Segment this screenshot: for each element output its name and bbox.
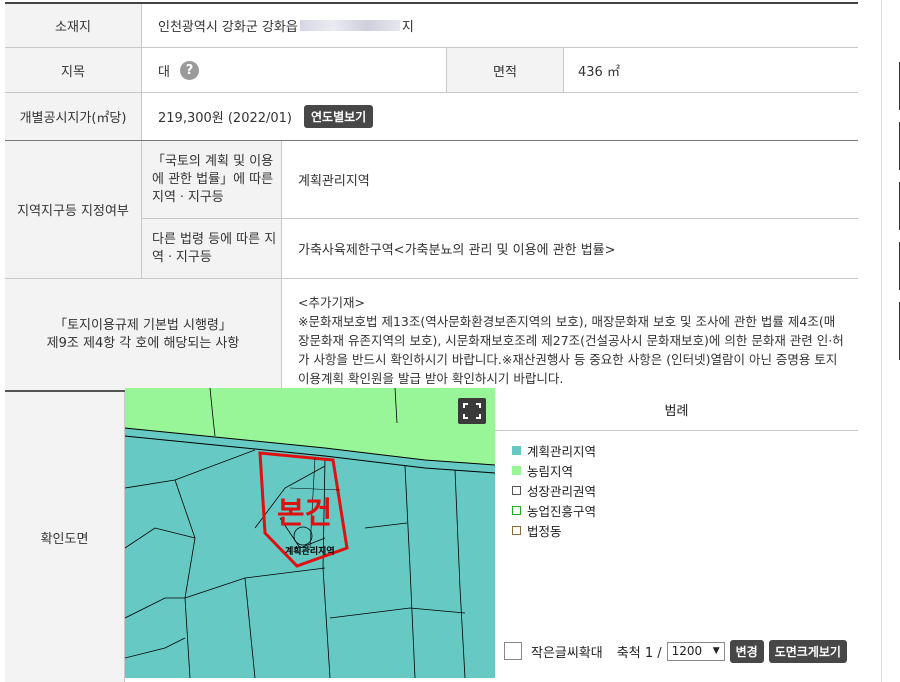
- map-row-label: 확인도면: [5, 392, 125, 682]
- parcel-zone-label: 계획관리지역: [285, 545, 335, 557]
- legend-item-dong: 법정동: [512, 520, 858, 540]
- location-value: 인천광역시 강화군 강화읍 지: [142, 4, 858, 47]
- legend-label-dong: 법정동: [527, 523, 562, 539]
- agri-zone: [125, 388, 495, 465]
- regulation-row: 「토지이용규제 기본법 시행령」 제9조 제4항 각 호에 해당되는 사항 <추…: [5, 279, 858, 392]
- zoning-sub2-value: 가축사육제한구역<가축분뇨의 관리 및 이용에 관한 법률>: [298, 243, 616, 258]
- zoning-sub2: 다른 법령 등에 따른 지역ㆍ지구등 가축사육제한구역<가축분뇨의 관리 및 이…: [142, 219, 858, 278]
- location-prefix: 인천광역시 강화군 강화읍: [158, 20, 298, 35]
- legend-swatch-dong: [512, 525, 521, 535]
- zoning-sub1-label: 「국토의 계획 및 이용 에 관한 법률」에 따른 지역ㆍ지구등: [142, 141, 282, 218]
- legend-label-agri: 농림지역: [527, 463, 574, 479]
- legend-item-plan: 계획관리지역: [512, 440, 858, 460]
- legend-item-promotion: 농업진흥구역: [512, 500, 858, 520]
- category-row: 지목 대 ? 면적 436 ㎡: [5, 48, 858, 93]
- yearly-view-button[interactable]: 연도별보기: [304, 105, 374, 128]
- scale-label: 축척 1 /: [616, 645, 662, 661]
- legend-label-growth: 성장관리권역: [527, 483, 597, 499]
- fullscreen-glyph: [463, 403, 481, 419]
- regulation-label-line2: 제9조 제4항 각 호에 해당되는 사항: [46, 335, 240, 351]
- legend-label-promotion: 농업진흥구역: [527, 503, 597, 519]
- regulation-body: ※문화재보호법 제13조(역사문화환경보존지역의 보호), 매장문화재 보호 및…: [298, 314, 844, 386]
- map-svg: 본건 계획관리지역: [125, 388, 495, 678]
- right-sidebar: [881, 0, 900, 682]
- parcel-inner-line: [289, 487, 341, 491]
- zoning-sub1: 「국토의 계획 및 이용 에 관한 법률」에 따른 지역ㆍ지구등 계획관리지역: [142, 141, 858, 219]
- legend-swatch-agri: [512, 465, 521, 475]
- masked-address: [299, 20, 400, 31]
- zoning-label: 지역지구등 지정여부: [5, 141, 142, 278]
- regulation-label-line1: 「토지이용규제 기본법 시행령」: [54, 317, 232, 333]
- legend-item-growth: 성장관리권역: [512, 480, 858, 500]
- subject-property-label: 본건: [277, 496, 332, 531]
- legend-swatch-growth: [512, 485, 521, 495]
- location-label: 소재지: [5, 4, 142, 47]
- location-suffix: 지: [401, 20, 414, 35]
- regulation-head: <추가기재>: [298, 295, 365, 310]
- enlarge-label: 작은글씨확대: [531, 645, 603, 661]
- chevron-down-icon: ▼: [712, 646, 720, 656]
- legend-label-plan: 계획관리지역: [527, 443, 597, 459]
- price-value-cell: 219,300원 (2022/01) 연도별보기: [142, 93, 858, 140]
- legend-title: 범례: [495, 388, 858, 431]
- zoning-row: 지역지구등 지정여부 「국토의 계획 및 이용 에 관한 법률」에 따른 지역ㆍ…: [5, 141, 858, 279]
- area-label: 면적: [447, 48, 564, 92]
- regulation-label: 「토지이용규제 기본법 시행령」 제9조 제4항 각 호에 해당되는 사항: [5, 279, 282, 390]
- regulation-value: <추가기재> ※문화재보호법 제13조(역사문화환경보존지역의 보호), 매장문…: [282, 279, 858, 390]
- help-icon[interactable]: ?: [179, 60, 199, 80]
- location-row: 소재지 인천광역시 강화군 강화읍 지: [5, 4, 858, 48]
- legend-swatch-plan: [512, 445, 521, 455]
- enlarge-checkbox[interactable]: [504, 642, 522, 660]
- scale-select[interactable]: 1200 ▼: [666, 641, 725, 661]
- legend-swatch-promotion: [512, 505, 521, 515]
- zoning-sub2-label: 다른 법령 등에 따른 지역ㆍ지구등: [142, 219, 282, 278]
- zoning-details: 「국토의 계획 및 이용 에 관한 법률」에 따른 지역ㆍ지구등 계획관리지역 …: [142, 141, 858, 278]
- map-controls: 작은글씨확대 축척 1 / 1200 ▼ 변경 도면크게보기: [495, 637, 858, 665]
- price-value: 219,300원 (2022/01): [158, 111, 293, 126]
- fullscreen-icon[interactable]: [458, 398, 486, 424]
- zoning-sub1-value: 계획관리지역: [298, 174, 370, 189]
- large-view-button[interactable]: 도면크게보기: [768, 639, 847, 663]
- land-category-label: 지목: [5, 48, 142, 92]
- land-category-value-cell: 대 ?: [142, 48, 447, 92]
- legend-list: 계획관리지역 농림지역 성장관리권역 농업진흥구역 법정동: [495, 431, 858, 540]
- price-row: 개별공시지가(㎡당) 219,300원 (2022/01) 연도별보기: [5, 93, 858, 141]
- legend-item-agri: 농림지역: [512, 460, 858, 480]
- scale-value: 1200: [671, 644, 703, 658]
- map-view[interactable]: 본건 계획관리지역: [125, 388, 495, 678]
- legend-panel: 범례 계획관리지역 농림지역 성장관리권역 농업진흥구역 법정동 작은글씨확대 …: [495, 388, 858, 678]
- change-button[interactable]: 변경: [729, 639, 764, 663]
- area-value: 436 ㎡: [578, 64, 620, 80]
- land-category-value: 대: [158, 64, 170, 80]
- price-label: 개별공시지가(㎡당): [5, 93, 142, 140]
